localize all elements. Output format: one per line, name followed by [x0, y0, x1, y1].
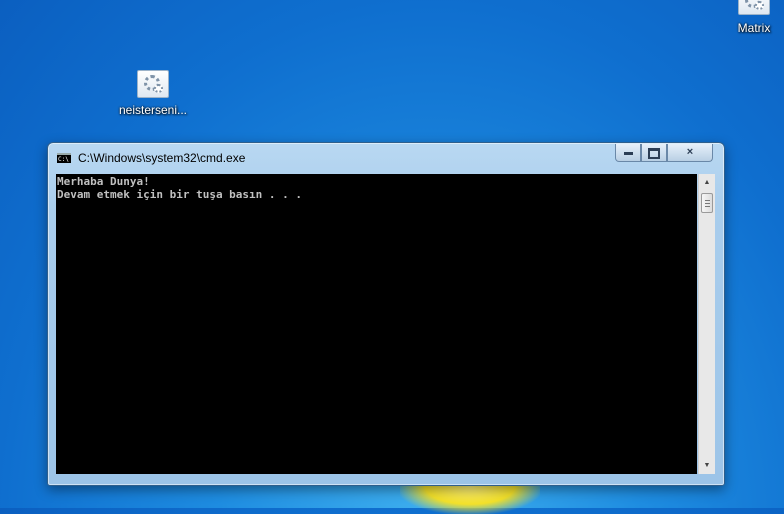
- settings-shortcut-icon: [137, 70, 169, 98]
- console-output[interactable]: Merhaba Dunya! Devam etmek için bir tuşa…: [56, 174, 697, 474]
- maximize-icon: [648, 148, 660, 159]
- desktop-icon-label: neisterseni...: [118, 103, 188, 117]
- cmd-icon[interactable]: C:\: [57, 153, 71, 163]
- wallpaper-flower: [400, 484, 540, 514]
- close-button[interactable]: ×: [667, 144, 713, 162]
- minimize-icon: [623, 152, 633, 155]
- desktop-icon-matrix[interactable]: Matrix: [709, 0, 784, 35]
- window-title: C:\Windows\system32\cmd.exe: [78, 151, 246, 165]
- scroll-down-arrow-icon[interactable]: ▼: [699, 457, 715, 474]
- scroll-thumb[interactable]: [701, 193, 713, 213]
- title-bar[interactable]: C:\ C:\Windows\system32\cmd.exe ×: [48, 143, 724, 173]
- close-icon: ×: [686, 146, 694, 158]
- console-line: Merhaba Dunya!: [57, 175, 150, 188]
- desktop-icon-label: Matrix: [737, 21, 771, 35]
- console-line: Devam etmek için bir tuşa basın . . .: [57, 188, 303, 201]
- cmd-window[interactable]: C:\ C:\Windows\system32\cmd.exe × Merhab…: [47, 142, 725, 486]
- maximize-button[interactable]: [641, 144, 667, 162]
- vertical-scrollbar[interactable]: ▲ ▼: [698, 174, 715, 474]
- minimize-button[interactable]: [615, 144, 641, 162]
- settings-shortcut-icon: [738, 0, 770, 15]
- scroll-up-arrow-icon[interactable]: ▲: [699, 174, 715, 191]
- desktop-icon-neisterseni[interactable]: neisterseni...: [108, 70, 198, 117]
